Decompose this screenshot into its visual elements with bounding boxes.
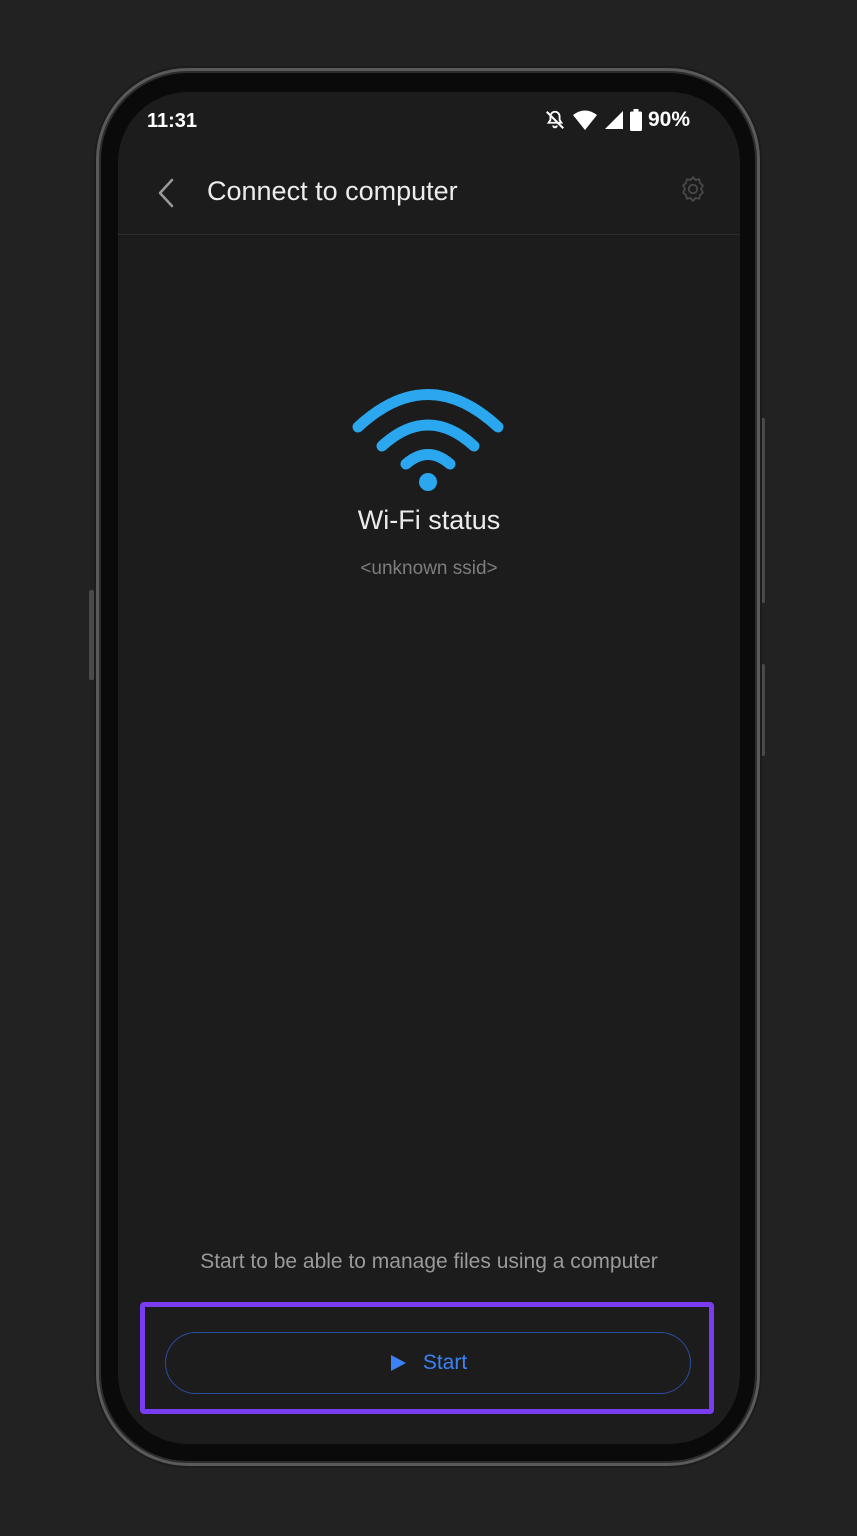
page-title: Connect to computer xyxy=(207,176,458,206)
play-icon xyxy=(390,1355,406,1371)
status-icons: 90% xyxy=(544,108,690,132)
start-hint-text: Start to be able to manage files using a… xyxy=(200,1250,658,1273)
status-bar: 11:31 90% xyxy=(118,92,740,152)
cellular-signal-icon xyxy=(604,111,623,129)
phone-side-button xyxy=(89,590,94,680)
wifi-icon xyxy=(352,389,504,491)
app-header: Connect to computer xyxy=(118,152,740,235)
wifi-status-icon xyxy=(572,110,597,130)
battery-percentage: 90% xyxy=(647,108,690,131)
status-time: 11:31 xyxy=(147,110,198,132)
phone-volume-button xyxy=(760,418,765,603)
mute-notifications-icon xyxy=(546,110,564,129)
wifi-status-title: Wi-Fi status xyxy=(357,505,501,535)
ssid-label: <unknown ssid> xyxy=(360,558,498,579)
phone-power-button xyxy=(760,664,765,756)
start-button[interactable]: Start xyxy=(165,1332,691,1394)
battery-icon xyxy=(629,109,642,131)
phone-screen: 11:31 90% Connect to computer Wi-Fi stat… xyxy=(118,92,740,1444)
back-chevron-icon[interactable] xyxy=(152,174,186,212)
gear-icon[interactable] xyxy=(678,174,708,204)
start-button-label: Start xyxy=(422,1351,468,1374)
